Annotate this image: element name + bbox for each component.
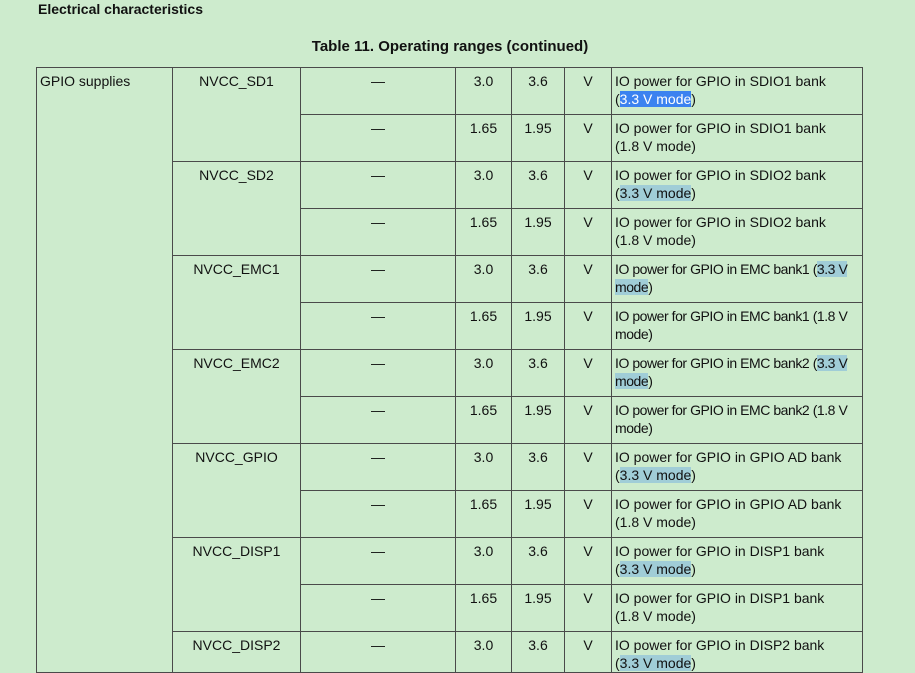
unit-cell: V <box>564 67 612 115</box>
description-cell[interactable]: IO power for GPIO in GPIO AD bank (3.3 V … <box>611 443 863 491</box>
condition-cell: — <box>300 396 456 444</box>
operating-ranges-table: GPIO supplies NVCC_SD1 — 3.0 3.6 V IO po… <box>36 67 863 673</box>
table-row: GPIO supplies NVCC_SD1 — 3.0 3.6 V IO po… <box>36 67 863 673</box>
max-cell: 3.6 <box>511 443 565 491</box>
symbol-cell: NVCC_EMC1 <box>172 255 301 350</box>
mode-text: 1.8 V mode <box>619 138 692 154</box>
min-cell: 3.0 <box>455 443 512 491</box>
description-cell[interactable]: IO power for GPIO in EMC bank1 (1.8 V mo… <box>611 302 863 350</box>
max-cell: 3.6 <box>511 67 565 115</box>
condition-cell: — <box>300 161 456 209</box>
unit-cell: V <box>564 490 612 538</box>
section-header: Electrical characteristics <box>38 1 203 17</box>
description-text: IO power for GPIO in DISP2 bank <box>615 637 825 653</box>
min-cell: 1.65 <box>455 302 512 350</box>
max-cell: 3.6 <box>511 349 565 397</box>
min-cell: 1.65 <box>455 396 512 444</box>
condition-cell: — <box>300 255 456 303</box>
min-cell: 3.0 <box>455 537 512 585</box>
description-cell[interactable]: IO power for GPIO in SDIO2 bank (3.3 V mo… <box>611 161 863 209</box>
unit-cell: V <box>564 537 612 585</box>
condition-cell: — <box>300 349 456 397</box>
description-text: IO power for GPIO in SDIO1 bank <box>615 73 826 89</box>
table-caption: Table 11. Operating ranges (continued) <box>311 38 589 55</box>
max-cell: 1.95 <box>511 584 565 632</box>
description-text: IO power for GPIO in EMC bank2 <box>615 355 810 371</box>
unit-cell: V <box>564 584 612 632</box>
min-cell: 3.0 <box>455 255 512 303</box>
description-text: IO power for GPIO in DISP1 bank <box>615 590 825 606</box>
selected-text-highlight[interactable]: 3.3 V mode <box>619 91 692 107</box>
condition-cell: — <box>300 114 456 162</box>
mode-text: 1.8 V mode <box>619 514 692 530</box>
description-cell[interactable]: IO power for GPIO in SDIO1 bank (3.3 V mo… <box>611 67 863 115</box>
max-cell: 3.6 <box>511 161 565 209</box>
unit-cell: V <box>564 302 612 350</box>
description-text: IO power for GPIO in GPIO AD bank <box>615 449 842 465</box>
search-highlight: 3.3 V mode <box>619 185 692 201</box>
max-cell: 1.95 <box>511 396 565 444</box>
description-text: IO power for GPIO in EMC bank2 <box>615 402 810 418</box>
min-cell: 1.65 <box>455 490 512 538</box>
group-label: GPIO supplies <box>36 67 173 673</box>
unit-cell: V <box>564 208 612 256</box>
search-highlight: 3.3 V mode <box>619 655 692 671</box>
symbol-cell: NVCC_DISP1 <box>172 537 301 632</box>
description-cell[interactable]: IO power for GPIO in DISP2 bank (3.3 V mo… <box>611 631 863 673</box>
min-cell: 1.65 <box>455 114 512 162</box>
min-cell: 3.0 <box>455 349 512 397</box>
description-text: IO power for GPIO in EMC bank1 <box>615 261 810 277</box>
description-text: IO power for GPIO in EMC bank1 <box>615 308 810 324</box>
description-cell[interactable]: IO power for GPIO in DISP1 bank (3.3 V mo… <box>611 537 863 585</box>
symbol-cell: NVCC_EMC2 <box>172 349 301 444</box>
symbol-cell: NVCC_DISP2 <box>172 631 301 673</box>
condition-cell: — <box>300 631 456 673</box>
min-cell: 3.0 <box>455 631 512 673</box>
description-text: IO power for GPIO in SDIO2 bank <box>615 214 826 230</box>
condition-cell: — <box>300 490 456 538</box>
condition-cell: — <box>300 302 456 350</box>
max-cell: 1.95 <box>511 490 565 538</box>
description-text: IO power for GPIO in DISP1 bank <box>615 543 825 559</box>
description-cell[interactable]: IO power for GPIO in EMC bank2 (1.8 V mo… <box>611 396 863 444</box>
description-text: IO power for GPIO in SDIO1 bank <box>615 120 826 136</box>
max-cell: 1.95 <box>511 302 565 350</box>
search-highlight: 3.3 V mode <box>619 561 692 577</box>
max-cell: 3.6 <box>511 537 565 585</box>
description-text: IO power for GPIO in SDIO2 bank <box>615 167 826 183</box>
description-text: IO power for GPIO in GPIO AD bank <box>615 496 842 512</box>
description-cell[interactable]: IO power for GPIO in EMC bank1 (3.3 V mo… <box>611 255 863 303</box>
unit-cell: V <box>564 114 612 162</box>
description-cell[interactable]: IO power for GPIO in DISP1 bank (1.8 V mo… <box>611 584 863 632</box>
min-cell: 3.0 <box>455 161 512 209</box>
unit-cell: V <box>564 443 612 491</box>
min-cell: 1.65 <box>455 584 512 632</box>
search-highlight: 3.3 V mode <box>619 467 692 483</box>
symbol-cell: NVCC_SD1 <box>172 67 301 162</box>
description-cell[interactable]: IO power for GPIO in EMC bank2 (3.3 V mo… <box>611 349 863 397</box>
max-cell: 3.6 <box>511 631 565 673</box>
min-cell: 1.65 <box>455 208 512 256</box>
description-cell[interactable]: IO power for GPIO in SDIO2 bank (1.8 V mo… <box>611 208 863 256</box>
unit-cell: V <box>564 255 612 303</box>
max-cell: 3.6 <box>511 255 565 303</box>
description-cell[interactable]: IO power for GPIO in GPIO AD bank (1.8 V … <box>611 490 863 538</box>
unit-cell: V <box>564 161 612 209</box>
min-cell: 3.0 <box>455 67 512 115</box>
condition-cell: — <box>300 584 456 632</box>
unit-cell: V <box>564 396 612 444</box>
description-cell[interactable]: IO power for GPIO in SDIO1 bank (1.8 V mo… <box>611 114 863 162</box>
symbol-cell: NVCC_GPIO <box>172 443 301 538</box>
max-cell: 1.95 <box>511 208 565 256</box>
condition-cell: — <box>300 443 456 491</box>
unit-cell: V <box>564 349 612 397</box>
condition-cell: — <box>300 67 456 115</box>
condition-cell: — <box>300 537 456 585</box>
mode-text: 1.8 V mode <box>619 232 692 248</box>
unit-cell: V <box>564 631 612 673</box>
condition-cell: — <box>300 208 456 256</box>
max-cell: 1.95 <box>511 114 565 162</box>
mode-text: 1.8 V mode <box>619 608 692 624</box>
symbol-cell: NVCC_SD2 <box>172 161 301 256</box>
